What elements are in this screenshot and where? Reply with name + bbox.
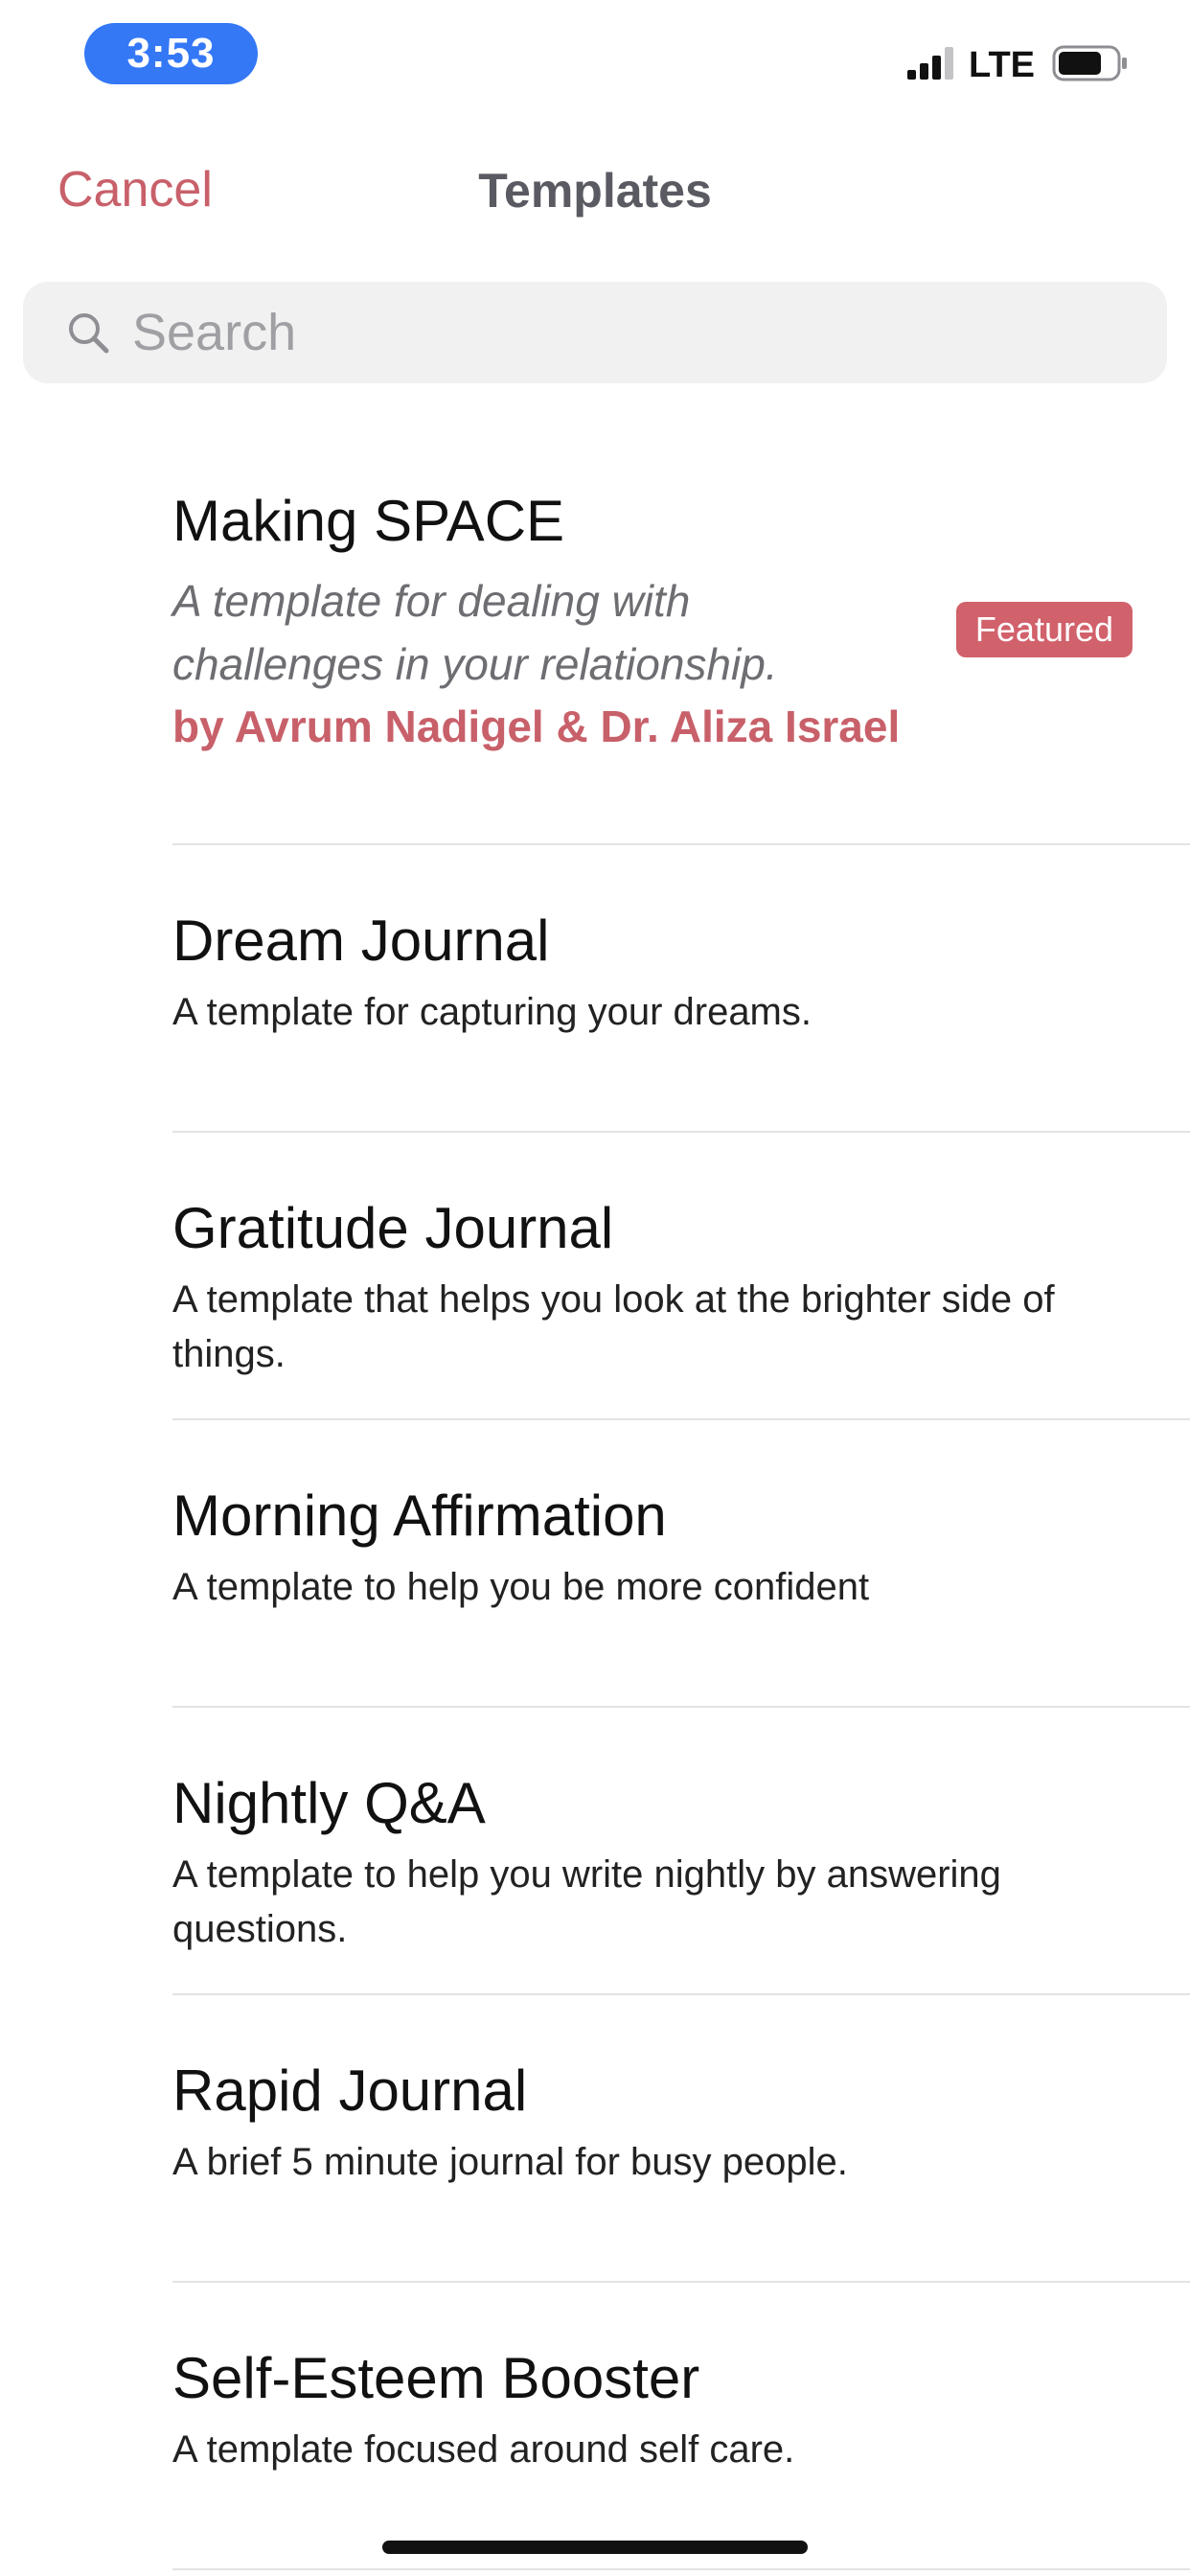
template-item-self-esteem-booster[interactable]: Self-Esteem Booster A template focused a…	[172, 2283, 1190, 2570]
template-item-morning-affirmation[interactable]: Morning Affirmation A template to help y…	[172, 1420, 1190, 1708]
search-icon	[23, 310, 132, 356]
template-description: A template that helps you look at the br…	[172, 1278, 1055, 1375]
featured-badge: Featured	[955, 602, 1133, 657]
template-item-making-space[interactable]: Making SPACE A template for dealing with…	[172, 383, 1190, 845]
template-list: Making SPACE A template for dealing with…	[0, 383, 1190, 2570]
templates-screen: 3:53 LTE Cancel Templates Search Making …	[0, 0, 1190, 2576]
page-title: Templates	[478, 164, 712, 218]
battery-icon	[1052, 44, 1129, 87]
template-title: Gratitude Journal	[172, 1196, 614, 1260]
template-description: A template focused around self care.	[172, 2428, 795, 2471]
template-title: Making SPACE	[172, 489, 565, 553]
status-time[interactable]: 3:53	[84, 23, 258, 84]
template-description: A template for capturing your dreams.	[172, 991, 812, 1033]
template-title: Morning Affirmation	[172, 1484, 667, 1548]
template-author: by Avrum Nadigel & Dr. Aliza Israel	[172, 702, 901, 751]
network-type: LTE	[969, 44, 1035, 85]
navigation-bar: Cancel Templates	[0, 134, 1190, 249]
template-title: Dream Journal	[172, 908, 550, 973]
status-indicators: LTE	[907, 42, 1129, 88]
template-title: Rapid Journal	[172, 2058, 528, 2123]
status-bar: 3:53 LTE	[0, 0, 1190, 115]
home-indicator[interactable]	[382, 2541, 808, 2554]
search-bar[interactable]	[23, 282, 1167, 383]
template-item-gratitude-journal[interactable]: Gratitude Journal A template that helps …	[172, 1133, 1190, 1420]
template-description: A brief 5 minute journal for busy people…	[172, 2141, 848, 2183]
template-item-dream-journal[interactable]: Dream Journal A template for capturing y…	[172, 845, 1190, 1133]
template-description: A template for dealing with challenges i…	[172, 576, 778, 689]
signal-icon	[907, 46, 957, 84]
template-item-rapid-journal[interactable]: Rapid Journal A brief 5 minute journal f…	[172, 1995, 1190, 2283]
template-title: Nightly Q&A	[172, 1771, 486, 1835]
template-description: A template to help you be more confident	[172, 1566, 870, 1608]
template-item-nightly-qa[interactable]: Nightly Q&A A template to help you write…	[172, 1708, 1190, 1995]
search-input[interactable]	[132, 303, 1090, 362]
template-title: Self-Esteem Booster	[172, 2346, 700, 2410]
template-description: A template to help you write nightly by …	[172, 1853, 1001, 1950]
